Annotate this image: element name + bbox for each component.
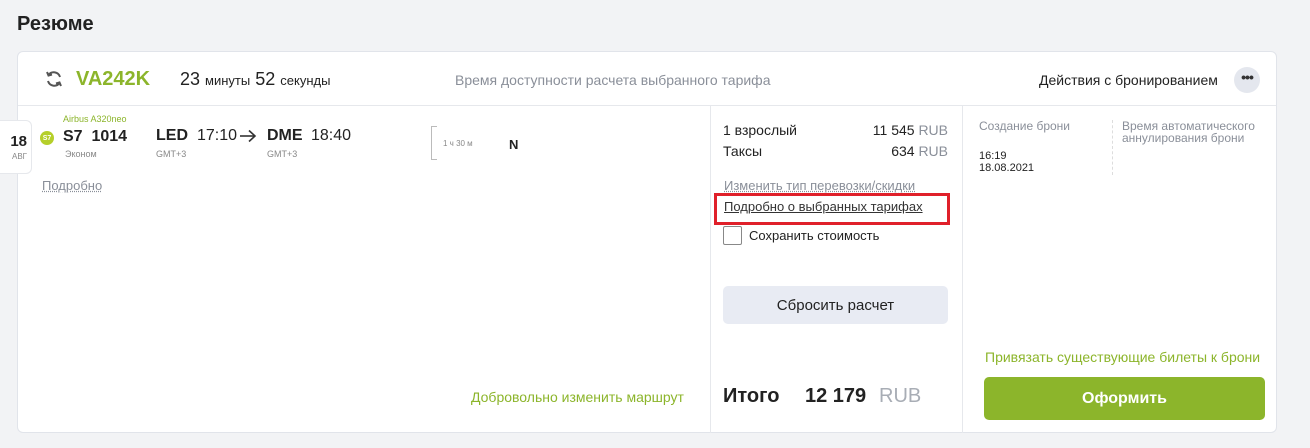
arrival-time: 18:40	[311, 127, 352, 144]
availability-text: Время доступности расчета выбранного тар…	[455, 72, 771, 88]
timer-minutes: 23	[180, 69, 201, 89]
pnr-code: VA242K	[76, 68, 151, 90]
flight-number: S7 1014	[63, 128, 128, 145]
price-row-amount: 634	[891, 143, 915, 159]
total-amount: 12 179	[805, 385, 867, 407]
booking-summary-card: VA242K 23 минуты 52 секунды Время доступ…	[0, 51, 1277, 433]
price-row: 1 взрослый 11 545 RUB	[723, 122, 948, 138]
availability-timer: 23 минуты 52 секунды	[180, 69, 330, 90]
timer-seconds-unit: секунды	[280, 73, 331, 88]
timer-seconds: 52	[255, 69, 276, 89]
cabin-class: Эконом	[65, 149, 97, 159]
segment-date-badge: 18 АВГ	[0, 120, 32, 174]
arrow-right-icon	[240, 129, 257, 143]
departure-timezone: GMT+3	[156, 149, 187, 159]
segment-details-link[interactable]: Подробно	[42, 178, 102, 193]
submit-booking-button[interactable]: Оформить	[984, 377, 1265, 420]
price-row-label: 1 взрослый	[723, 122, 797, 138]
departure-time: 17:10	[197, 127, 238, 144]
arrival-timezone: GMT+3	[267, 149, 298, 159]
price-row-currency: RUB	[918, 143, 948, 159]
change-fare-type-link[interactable]: Изменить тип перевозки/скидки	[724, 178, 915, 193]
airline-logo-icon: S7	[40, 131, 54, 145]
created-time: 16:19	[979, 150, 1007, 162]
timer-minutes-unit: минуты	[205, 73, 251, 88]
segment-date-month: АВГ	[11, 152, 27, 161]
booking-class: N	[509, 137, 519, 152]
more-dots-icon: •••	[1241, 69, 1254, 85]
refresh-icon[interactable]	[44, 69, 64, 89]
save-price-label: Сохранить стоимость	[749, 228, 880, 243]
price-row: Таксы 634 RUB	[723, 143, 948, 159]
departure-airport: LED	[156, 127, 188, 144]
total-currency: RUB	[879, 385, 922, 407]
page-title: Резюме	[17, 13, 94, 35]
booking-actions-label[interactable]: Действия с бронированием	[1039, 72, 1218, 88]
card-header: VA242K 23 минуты 52 секунды Время доступ…	[18, 52, 1276, 106]
price-row-label: Таксы	[723, 143, 763, 159]
arrival-airport: DME	[267, 127, 303, 144]
more-actions-button[interactable]: •••	[1234, 67, 1260, 93]
aircraft-type: Airbus A320neo	[63, 114, 127, 124]
price-row-currency: RUB	[918, 122, 948, 138]
reset-calculation-button[interactable]: Сбросить расчет	[723, 286, 948, 324]
attach-tickets-link[interactable]: Привязать существующие билеты к брони	[985, 349, 1260, 365]
created-date: 18.08.2021	[979, 162, 1035, 174]
save-price-checkbox[interactable]	[723, 226, 742, 245]
fares-details-link[interactable]: Подробно о выбранных тарифах	[724, 199, 923, 214]
meta-divider	[1112, 120, 1113, 175]
segment-date-day: 18	[10, 133, 27, 150]
price-row-amount: 11 545	[872, 122, 915, 138]
flight-duration: 1 ч 30 м	[443, 139, 473, 148]
column-divider	[710, 106, 711, 433]
change-route-link[interactable]: Добровольно изменить маршрут	[471, 389, 684, 405]
column-divider	[962, 106, 963, 433]
duration-bracket	[431, 126, 437, 160]
total-label: Итого	[723, 385, 780, 407]
auto-cancel-label: Время автоматического аннулирования брон…	[1122, 119, 1255, 145]
created-label: Создание брони	[979, 119, 1071, 133]
